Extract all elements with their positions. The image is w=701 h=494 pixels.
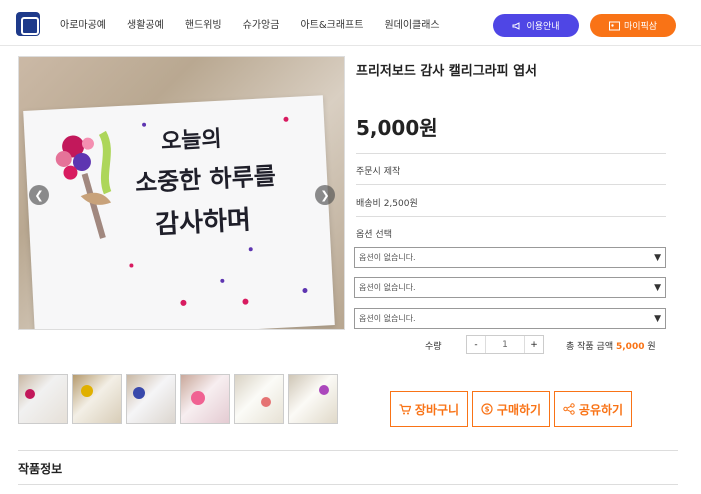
thumbnail-strip (18, 374, 338, 424)
thumbnail[interactable] (234, 374, 284, 424)
buy-button[interactable]: $ 구매하기 (472, 391, 550, 427)
prev-image-button[interactable]: ❮ (29, 185, 49, 205)
next-image-button[interactable]: ❯ (315, 185, 335, 205)
product-price: 5,000원 (356, 116, 438, 140)
nav-item-aroma[interactable]: 아로마공예 (60, 16, 106, 31)
postcard-image: 오늘의 소중한 하루를 감사하며 (23, 95, 335, 329)
total-amount: 5,000 (616, 342, 645, 352)
site-header: 아로마공예 생활공예 핸드위빙 슈가앙금 아트&크래프트 원데이클래스 이용안내… (0, 0, 701, 46)
order-info: 주문시 제작 (356, 167, 401, 177)
option-select-2[interactable]: 옵션이 없습니다. ▼ (354, 277, 666, 298)
thumbnail[interactable] (126, 374, 176, 424)
option-select-1-value: 옵션이 없습니다. (359, 253, 416, 262)
section-divider (18, 450, 678, 451)
thumbnail[interactable] (180, 374, 230, 424)
cart-icon (399, 403, 411, 414)
megaphone-icon (512, 21, 520, 30)
thumbnail-flower (261, 397, 271, 407)
chevron-down-icon: ▼ (654, 313, 661, 324)
thumbnail-flower (133, 387, 145, 399)
option-label: 옵션 선택 (356, 230, 392, 240)
id-card-icon (608, 21, 620, 30)
mypage-button-label: 마이픽삼 (623, 22, 658, 32)
thumbnail[interactable] (288, 374, 338, 424)
total-label: 총 작품 금액 (566, 342, 614, 352)
divider (356, 216, 666, 217)
chevron-down-icon: ▼ (654, 282, 661, 293)
main-nav: 아로마공예 생활공예 핸드위빙 슈가앙금 아트&크래프트 원데이클래스 (60, 16, 440, 31)
share-icon (563, 403, 575, 415)
chevron-down-icon: ▼ (654, 252, 661, 263)
total-price: 총 작품 금액 5,000 원 (566, 339, 656, 352)
thumbnail-flower (25, 389, 35, 399)
chevron-right-icon: ❯ (320, 188, 330, 202)
buy-button-label: 구매하기 (496, 402, 542, 417)
option-select-3[interactable]: 옵션이 없습니다. ▼ (354, 308, 666, 329)
option-select-1[interactable]: 옵션이 없습니다. ▼ (354, 247, 666, 268)
confetti-dots (129, 116, 308, 306)
svg-text:$: $ (484, 406, 489, 414)
guide-button[interactable]: 이용안내 (493, 14, 579, 37)
nav-item-sugar[interactable]: 슈가앙금 (243, 16, 280, 31)
share-button[interactable]: 공유하기 (554, 391, 632, 427)
thumbnail[interactable] (72, 374, 122, 424)
coin-icon: $ (481, 403, 493, 415)
nav-item-handweaving[interactable]: 핸드위빙 (185, 16, 222, 31)
nav-item-artcraft[interactable]: 아트&크래프트 (300, 16, 363, 31)
thumbnail-flower (81, 385, 93, 397)
product-title: 프리저보드 감사 캘리그라피 엽서 (356, 64, 538, 79)
quantity-label: 수량 (425, 342, 442, 352)
section-divider (18, 484, 678, 485)
total-unit: 원 (647, 342, 656, 352)
divider (356, 184, 666, 185)
guide-button-label: 이용안내 (526, 22, 560, 32)
quantity-input[interactable]: 1 (485, 336, 525, 353)
cart-button-label: 장바구니 (414, 402, 460, 417)
product-main-image: 오늘의 소중한 하루를 감사하며 ❮ ❯ (18, 56, 345, 330)
quantity-stepper: - 1 + (466, 335, 544, 354)
thumbnail-flower (319, 385, 329, 395)
site-logo[interactable] (16, 12, 40, 36)
option-select-2-value: 옵션이 없습니다. (359, 283, 416, 292)
mypage-button[interactable]: 마이픽삼 (590, 14, 676, 37)
thumbnail-flower (191, 391, 205, 405)
chevron-left-icon: ❮ (34, 188, 44, 202)
share-button-label: 공유하기 (578, 402, 624, 417)
thumbnail[interactable] (18, 374, 68, 424)
quantity-plus-button[interactable]: + (525, 336, 543, 353)
add-to-cart-button[interactable]: 장바구니 (390, 391, 468, 427)
product-info-heading: 작품정보 (18, 462, 63, 476)
nav-item-oneday[interactable]: 원데이클래스 (384, 16, 439, 31)
shipping-fee: 배송비 2,500원 (356, 199, 418, 209)
quantity-minus-button[interactable]: - (467, 336, 485, 353)
nav-item-living[interactable]: 생활공예 (127, 16, 164, 31)
divider (356, 153, 666, 154)
option-select-3-value: 옵션이 없습니다. (359, 314, 416, 323)
